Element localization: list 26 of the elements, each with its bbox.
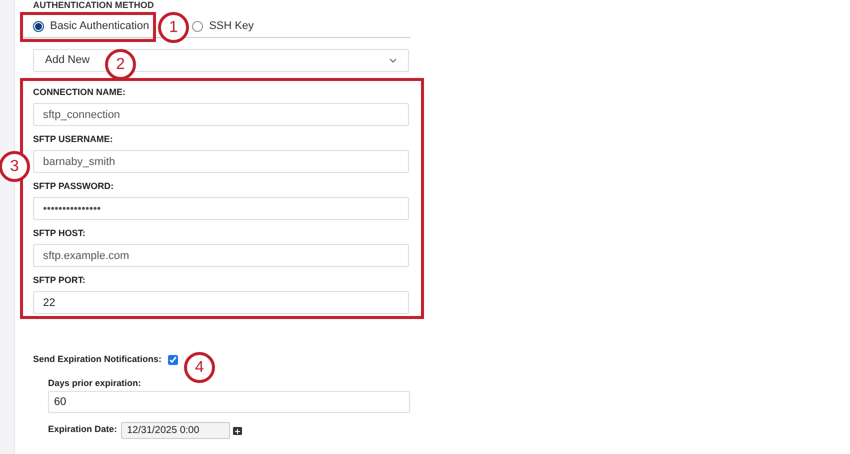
callout-number: 1 xyxy=(158,12,189,43)
date-field[interactable]: 12/31/2025 0:00 xyxy=(121,422,230,438)
field-label: CONNECTION NAME: xyxy=(33,86,126,98)
radio-icon xyxy=(33,21,44,32)
text-field[interactable]: sftp_connection xyxy=(33,103,409,126)
field-label: Days prior expiration: xyxy=(48,377,142,389)
text-field[interactable]: barnaby_smith xyxy=(33,150,409,173)
field-label: SFTP HOST: xyxy=(33,227,86,239)
text-field[interactable]: 60 xyxy=(48,391,410,413)
text-field[interactable]: sftp.example.com xyxy=(33,244,409,267)
callout-number: 4 xyxy=(184,352,215,383)
field-label: SFTP USERNAME: xyxy=(33,133,114,145)
callout-number: 2 xyxy=(105,49,136,80)
radio-icon xyxy=(192,21,204,32)
radio-option[interactable]: SSH Key xyxy=(192,12,254,42)
field-label: Expiration Date: xyxy=(48,423,118,436)
chevron-down-icon xyxy=(389,58,397,63)
checkbox[interactable] xyxy=(168,355,178,365)
field-label: SFTP PASSWORD: xyxy=(33,180,115,192)
field-label: SFTP PORT: xyxy=(33,274,86,286)
section-heading: AUTHENTICATION METHOD xyxy=(33,1,155,10)
field-label: Send Expiration Notifications: xyxy=(33,353,162,366)
callout-number: 3 xyxy=(0,151,30,182)
text-field[interactable]: 22 xyxy=(33,291,409,314)
text-field[interactable]: ••••••••••••••• xyxy=(33,197,409,220)
radio-option[interactable]: Basic Authentication xyxy=(20,12,156,42)
